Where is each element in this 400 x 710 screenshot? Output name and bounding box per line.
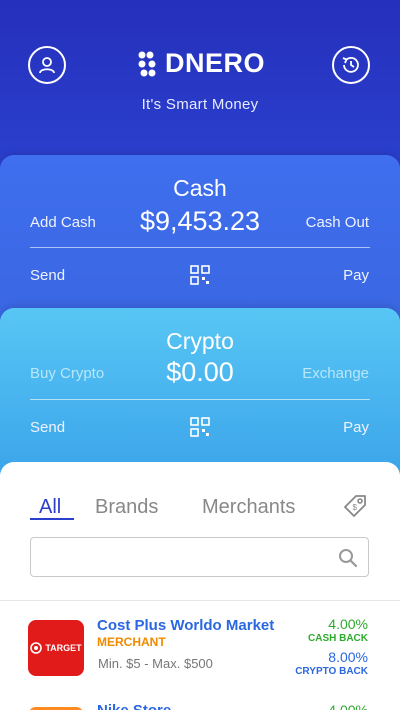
- merchant-name[interactable]: Nike Store: [97, 702, 171, 710]
- crypto-divider: [30, 399, 370, 400]
- filter-tabs: All Brands Merchants $: [0, 495, 400, 526]
- search-box: [30, 537, 369, 577]
- merchant-panel: All Brands Merchants $ TARGET Cost Plus …: [0, 462, 400, 710]
- tab-all[interactable]: All: [39, 496, 61, 519]
- cash-back-label: CASH BACK: [308, 633, 368, 644]
- exchange-button[interactable]: Exchange: [302, 365, 369, 382]
- cash-back-rate: 4.00%: [328, 616, 368, 632]
- tab-brands[interactable]: Brands: [95, 496, 158, 519]
- merchant-limits: Min. $5 - Max. $500: [98, 656, 213, 671]
- crypto-card: Crypto Buy Crypto $0.00 Exchange Send Pa…: [0, 308, 400, 478]
- brand-name: DNERO: [164, 48, 265, 78]
- crypto-send-button[interactable]: Send: [30, 419, 65, 436]
- cash-pay-button[interactable]: Pay: [343, 267, 369, 284]
- qr-code-icon[interactable]: [190, 265, 210, 285]
- cash-title: Cash: [173, 175, 227, 201]
- target-logo-icon: [30, 642, 43, 654]
- dnero-logo-icon: [138, 51, 156, 76]
- list-divider: [0, 600, 400, 601]
- search-icon[interactable]: [338, 548, 358, 568]
- merchant-logo: TARGET: [28, 620, 84, 676]
- list-item[interactable]: TARGET Cost Plus Worldo Market MERCHANT …: [0, 612, 400, 692]
- merchant-logo-text: TARGET: [45, 643, 82, 653]
- tagline: It's Smart Money: [141, 96, 259, 113]
- cash-send-button[interactable]: Send: [30, 267, 65, 284]
- merchant-name: Cost Plus Worldo Market: [97, 617, 275, 634]
- crypto-back-label: CRYPTO BACK: [295, 666, 368, 677]
- merchant-type: MERCHANT: [97, 635, 166, 649]
- active-tab-indicator: [30, 518, 74, 520]
- crypto-pay-button[interactable]: Pay: [343, 419, 369, 436]
- search-input[interactable]: [39, 544, 329, 570]
- history-icon[interactable]: [332, 46, 370, 84]
- cash-card: Cash Add Cash $9,453.23 Cash Out Send Pa…: [0, 155, 400, 325]
- tag-icon[interactable]: $: [341, 492, 369, 520]
- svg-text:$: $: [353, 503, 358, 512]
- cash-back-rate: 4.00%: [328, 702, 368, 710]
- tab-merchants[interactable]: Merchants: [202, 496, 295, 519]
- cash-divider: [30, 247, 370, 248]
- cash-out-button[interactable]: Cash Out: [306, 214, 369, 231]
- qr-code-icon[interactable]: [190, 417, 210, 437]
- crypto-back-rate: 8.00%: [328, 649, 368, 665]
- crypto-title: Crypto: [166, 328, 234, 354]
